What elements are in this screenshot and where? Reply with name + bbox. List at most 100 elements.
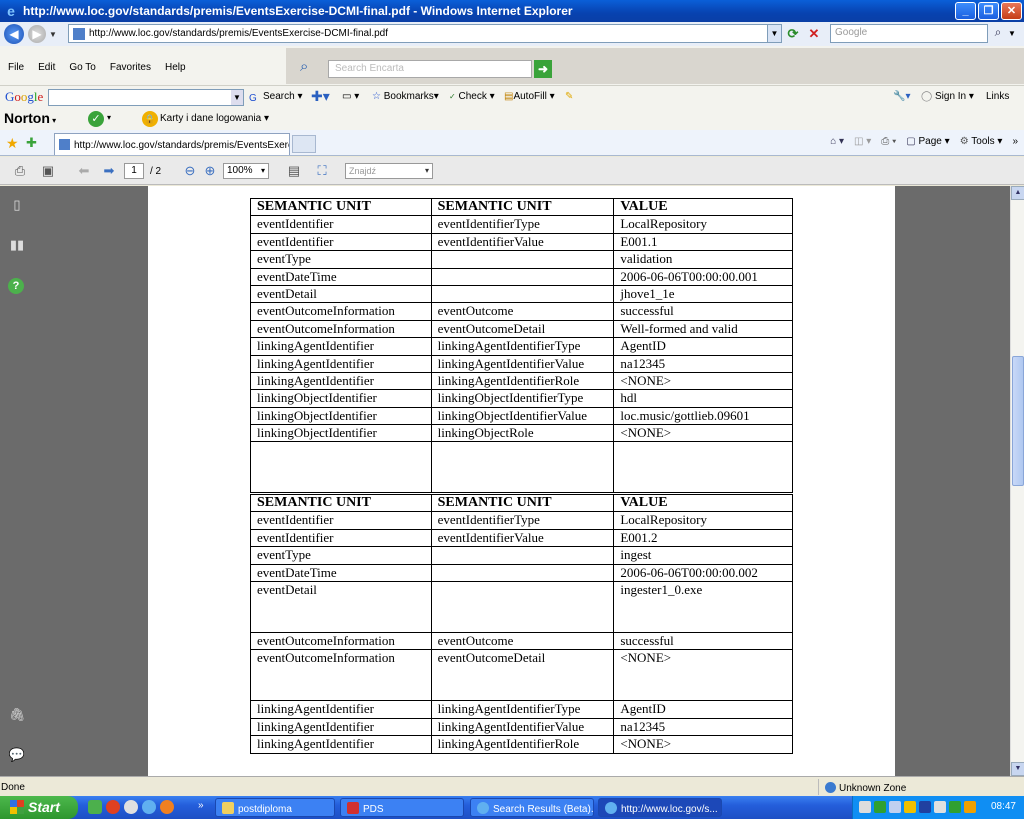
page-number-input[interactable]: 1	[124, 163, 144, 179]
autofill-button[interactable]: ▤AutoFill ▾	[504, 91, 555, 102]
norton-safe-dropdown[interactable]: ▾	[107, 113, 111, 122]
google-search-input[interactable]: ▼	[48, 89, 244, 106]
firefox-icon[interactable]	[160, 800, 174, 814]
header-cell: SEMANTIC UNIT	[250, 197, 432, 217]
sign-in-button[interactable]: ◯ Sign In ▾	[921, 91, 974, 102]
tray-app-icon[interactable]	[919, 801, 931, 813]
restore-button[interactable]: ❐	[978, 2, 999, 20]
google-search-button[interactable]: G Search ▾	[249, 91, 303, 105]
vertical-scrollbar[interactable]: ▲ ▼	[1010, 186, 1024, 776]
taskbar-item-search-results[interactable]: Search Results (Beta)...	[470, 798, 594, 817]
page-options-button[interactable]: ▭ ▾	[342, 91, 359, 102]
table-row: linkingAgentIdentifier linkingAgentIdenti…	[250, 337, 793, 356]
menu-edit[interactable]: Edit	[38, 62, 55, 73]
header-cell: SEMANTIC UNIT	[430, 493, 615, 513]
menu-file[interactable]: File	[8, 62, 24, 73]
security-icon[interactable]	[904, 801, 916, 813]
highlight-icon[interactable]: ✎	[565, 91, 573, 102]
tab-active-page[interactable]: http://www.loc.gov/standards/premis/Even…	[54, 133, 290, 155]
pages-panel-icon[interactable]: ▯	[8, 196, 26, 214]
page-menu[interactable]: ▢ Page ▾	[906, 136, 949, 147]
spell-check-button[interactable]: ✓ Check ▾	[449, 91, 495, 102]
menu-bar: File Edit Go To Favorites Help ⌕ Search …	[0, 46, 1024, 86]
next-page-icon[interactable]: ➡	[99, 162, 119, 180]
scroll-thumb[interactable]	[1012, 356, 1024, 486]
help-icon[interactable]: ?	[8, 278, 24, 294]
links-button[interactable]: Links	[986, 91, 1009, 102]
stop-icon[interactable]: ✕	[805, 25, 823, 43]
zoom-select[interactable]: 100% ▾	[223, 163, 269, 179]
norton-toolbar: Norton ▾ ✓ ▾ 🔒 Karty i dane logowania ▾	[0, 108, 1024, 130]
new-tab-button[interactable]	[292, 135, 316, 153]
more-icon[interactable]: »	[1012, 136, 1018, 147]
clock: 08:47	[990, 801, 1016, 812]
comments-icon[interactable]: 💬	[8, 746, 26, 764]
start-button[interactable]: Start	[0, 796, 78, 819]
norton-menu[interactable]: Norton ▾	[4, 110, 56, 126]
previous-page-icon[interactable]: ⬅	[74, 162, 94, 180]
search-input[interactable]: Google	[830, 24, 988, 43]
favorites-star-icon[interactable]: ★	[6, 135, 19, 152]
header-cell: SEMANTIC UNIT	[430, 197, 615, 217]
add-favorite-icon[interactable]: ✚	[26, 135, 37, 151]
zoom-in-icon[interactable]: ⊕	[200, 162, 220, 180]
table-header-row: SEMANTIC UNIT SEMANTIC UNIT VALUE	[250, 197, 793, 217]
network-icon[interactable]	[889, 801, 901, 813]
forward-button[interactable]: ▶	[28, 25, 46, 43]
home-icon[interactable]: ⌂ ▾	[830, 136, 844, 147]
recent-pages-dropdown[interactable]: ▼	[49, 30, 59, 39]
norton-safe-icon[interactable]: ✓	[88, 111, 104, 127]
refresh-icon[interactable]: ⟳	[784, 25, 802, 43]
bookmarks-panel-icon[interactable]: ▮▮	[8, 236, 26, 254]
table-cell	[430, 563, 615, 582]
print-icon[interactable]: ⎙	[10, 162, 30, 180]
table-cell: eventOutcomeInformation	[250, 631, 432, 651]
address-field[interactable]: http://www.loc.gov/standards/premis/Even…	[68, 24, 782, 43]
karty-dane-button[interactable]: Karty i dane logowania ▾	[160, 113, 269, 124]
ie-quicklaunch-icon[interactable]	[142, 800, 156, 814]
minimize-button[interactable]: _	[955, 2, 976, 20]
print-icon[interactable]: ⎙ ▾	[881, 136, 896, 147]
taskbar-item-postdiploma[interactable]: postdiploma	[215, 798, 335, 817]
fit-width-icon[interactable]: ▤	[284, 162, 304, 180]
scroll-down-arrow[interactable]: ▼	[1011, 762, 1024, 776]
volume-icon[interactable]	[934, 801, 946, 813]
page-total: / 2	[150, 166, 162, 177]
tools-menu[interactable]: ⚙ Tools ▾	[960, 136, 1003, 147]
menu-help[interactable]: Help	[165, 62, 186, 73]
tray-app-icon[interactable]	[949, 801, 961, 813]
google-search-dropdown[interactable]: ▼	[231, 90, 243, 105]
address-dropdown-button[interactable]: ▼	[767, 25, 781, 42]
plus-icon[interactable]: ✚▾	[311, 88, 330, 105]
encarta-search-input[interactable]: Search Encarta	[328, 60, 532, 78]
taskbar-item-loc[interactable]: http://www.loc.gov/s...	[598, 798, 722, 817]
table-cell: eventOutcome	[430, 631, 615, 651]
encarta-go-button[interactable]: ➜	[534, 60, 552, 78]
taskbar-item-pds[interactable]: PDS	[340, 798, 464, 817]
tray-app-icon[interactable]	[964, 801, 976, 813]
zoom-out-icon[interactable]: ⊖	[180, 162, 200, 180]
scroll-up-arrow[interactable]: ▲	[1011, 186, 1024, 200]
save-icon[interactable]: ▣	[38, 162, 58, 180]
search-options-dropdown[interactable]: ▼	[1008, 25, 1018, 43]
table-cell: 2006-06-06T00:00:00.002	[613, 563, 793, 582]
tray-app-icon[interactable]	[874, 801, 886, 813]
table-cell	[613, 441, 793, 494]
show-desktop-icon[interactable]	[88, 800, 102, 814]
close-button[interactable]: ✕	[1001, 2, 1022, 20]
menu-favorites[interactable]: Favorites	[110, 62, 151, 73]
wrench-icon[interactable]: 🔧▾	[893, 91, 910, 102]
find-input[interactable]: Znajdź ▾	[345, 163, 433, 179]
bookmarks-button[interactable]: ☆ Bookmarks▾	[372, 91, 439, 102]
back-button[interactable]: ◀	[4, 24, 24, 44]
keyboard-icon[interactable]	[859, 801, 871, 813]
menu-goto[interactable]: Go To	[69, 62, 96, 73]
chrome-icon[interactable]	[124, 800, 138, 814]
fit-page-icon[interactable]: ⛶	[312, 162, 332, 180]
feeds-icon[interactable]: ◫ ▾	[854, 136, 871, 147]
security-zone[interactable]: Unknown Zone	[825, 782, 906, 794]
quicklaunch-more-icon[interactable]: »	[198, 800, 204, 811]
media-player-icon[interactable]	[106, 800, 120, 814]
attachment-icon[interactable]: 🖇	[8, 706, 26, 724]
search-icon[interactable]: ⌕	[990, 25, 1006, 43]
